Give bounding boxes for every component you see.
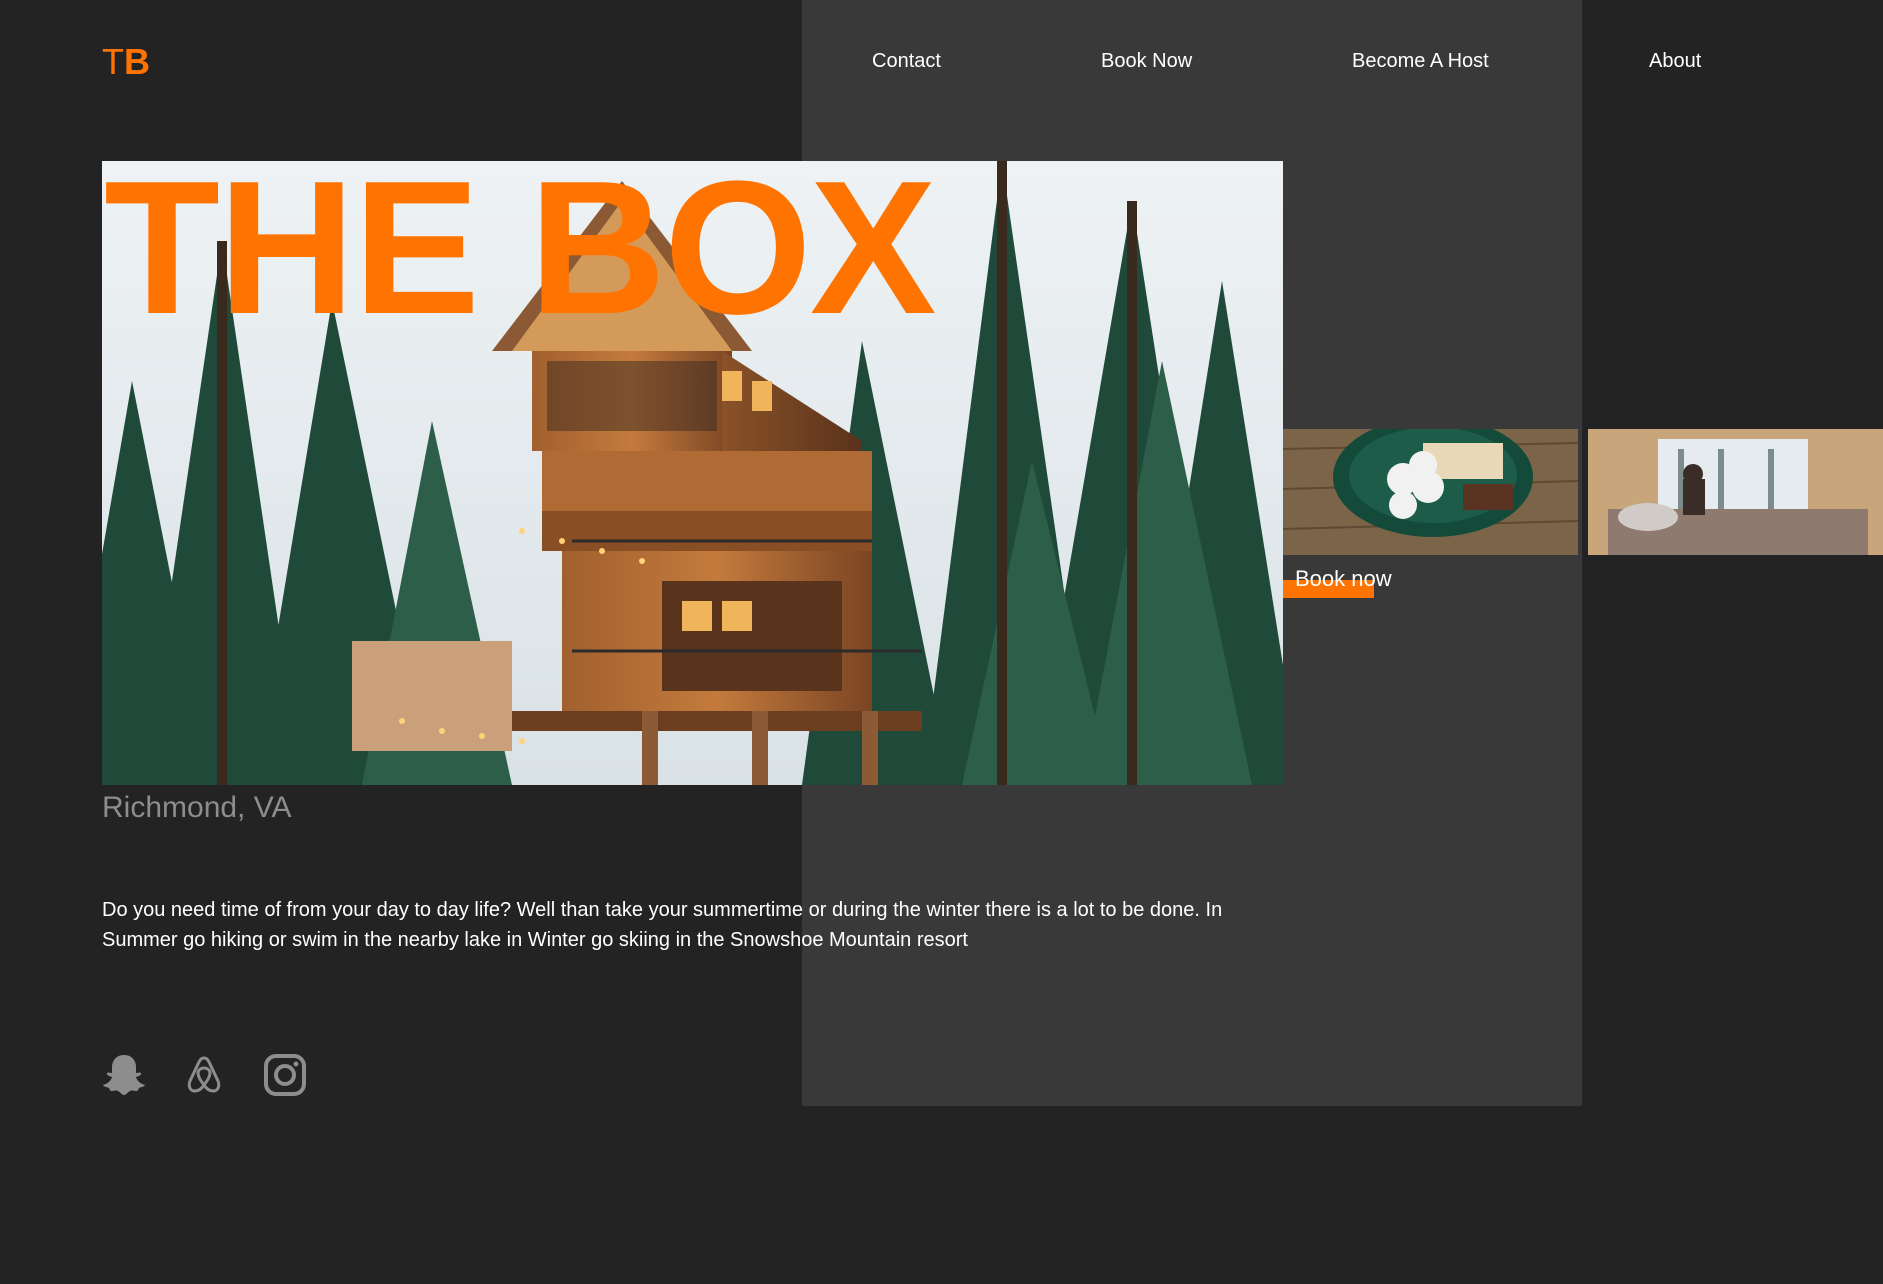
nav-book-now[interactable]: Book Now bbox=[1101, 44, 1192, 78]
airbnb-icon[interactable] bbox=[181, 1052, 227, 1098]
nav-contact[interactable]: Contact bbox=[872, 44, 941, 78]
book-now-button[interactable]: Book now bbox=[1283, 564, 1403, 600]
nav-about[interactable]: About bbox=[1649, 44, 1701, 78]
location-text: Richmond, VA bbox=[102, 791, 292, 824]
book-now-label: Book now bbox=[1295, 566, 1392, 591]
gallery-bedroom-photo[interactable] bbox=[1588, 429, 1883, 555]
main-nav: Contact Book Now Become A Host About bbox=[0, 44, 1883, 78]
hero-title: THE BOX bbox=[104, 142, 937, 354]
gallery-smores-photo[interactable] bbox=[1283, 429, 1578, 555]
nav-become-a-host[interactable]: Become A Host bbox=[1352, 44, 1489, 78]
snapchat-icon[interactable] bbox=[101, 1052, 147, 1098]
description-text: Do you need time of from your day to day… bbox=[102, 899, 1223, 951]
instagram-icon[interactable] bbox=[262, 1052, 308, 1098]
